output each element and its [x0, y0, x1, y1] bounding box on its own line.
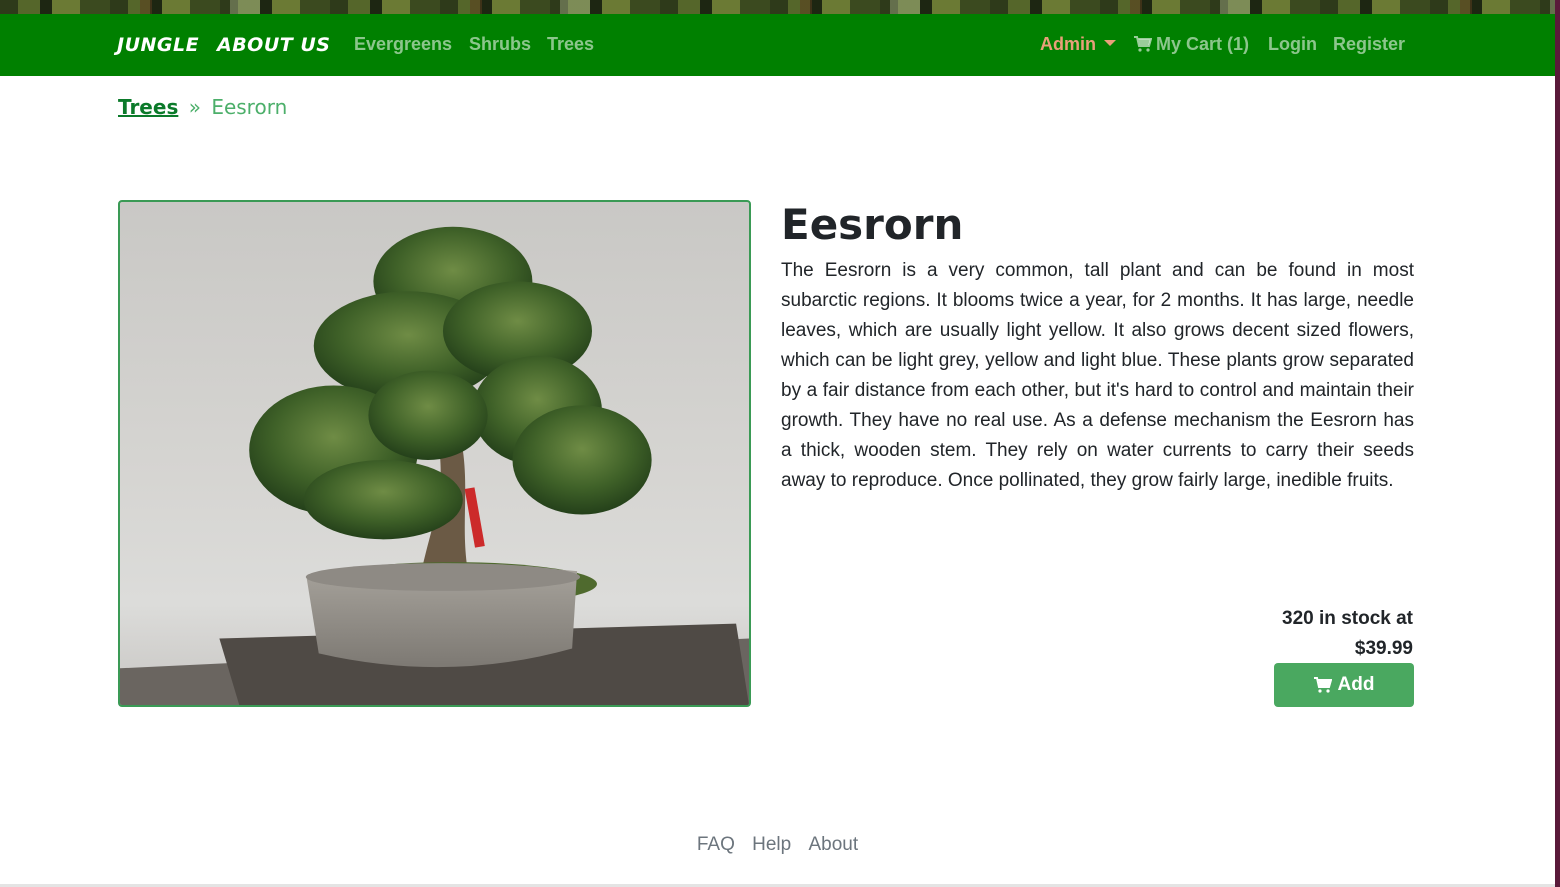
- cart-icon: [1313, 677, 1332, 693]
- breadcrumb-current: Eesrorn: [211, 95, 288, 119]
- window-edge: [1555, 0, 1560, 887]
- footer-help-link[interactable]: Help: [752, 834, 791, 855]
- stock-info: 320 in stock at $39.99: [1113, 604, 1413, 664]
- nav-evergreens[interactable]: Evergreens: [354, 34, 452, 55]
- login-link[interactable]: Login: [1268, 34, 1317, 55]
- cart-icon: [1134, 36, 1152, 52]
- add-button-label: Add: [1337, 674, 1375, 695]
- my-cart-link[interactable]: My Cart (1): [1134, 34, 1249, 55]
- footer-links: FAQ Help About: [0, 834, 1555, 856]
- nav-shrubs[interactable]: Shrubs: [469, 34, 531, 55]
- cart-label: My Cart (1): [1156, 34, 1250, 54]
- breadcrumb-separator: »: [188, 95, 201, 119]
- footer-about-link[interactable]: About: [809, 834, 859, 855]
- bonsai-tree-photo-icon: [120, 226, 749, 705]
- brand-jungle-link[interactable]: JUNGLE: [117, 34, 199, 56]
- product-image: [118, 200, 751, 707]
- add-to-cart-button[interactable]: Add: [1274, 663, 1414, 707]
- caret-down-icon: [1104, 40, 1116, 47]
- breadcrumb-trees-link[interactable]: Trees: [118, 95, 178, 119]
- product-description: The Eesrorn is a very common, tall plant…: [781, 260, 1414, 491]
- footer-faq-link[interactable]: FAQ: [697, 834, 735, 855]
- nav-trees[interactable]: Trees: [547, 34, 594, 55]
- product-title: Eesrorn: [781, 200, 964, 249]
- breadcrumb: Trees » Eesrorn: [118, 95, 287, 119]
- product-price: $39.99: [1354, 638, 1413, 659]
- admin-label: Admin: [1040, 34, 1096, 54]
- about-us-link[interactable]: ABOUT US: [217, 34, 330, 56]
- stock-count: 320 in stock at: [1282, 608, 1413, 629]
- main-navbar: JUNGLE ABOUT US Evergreens Shrubs Trees …: [0, 14, 1555, 76]
- register-link[interactable]: Register: [1333, 34, 1405, 55]
- admin-dropdown[interactable]: Admin: [1040, 34, 1116, 55]
- forest-banner: [0, 0, 1555, 14]
